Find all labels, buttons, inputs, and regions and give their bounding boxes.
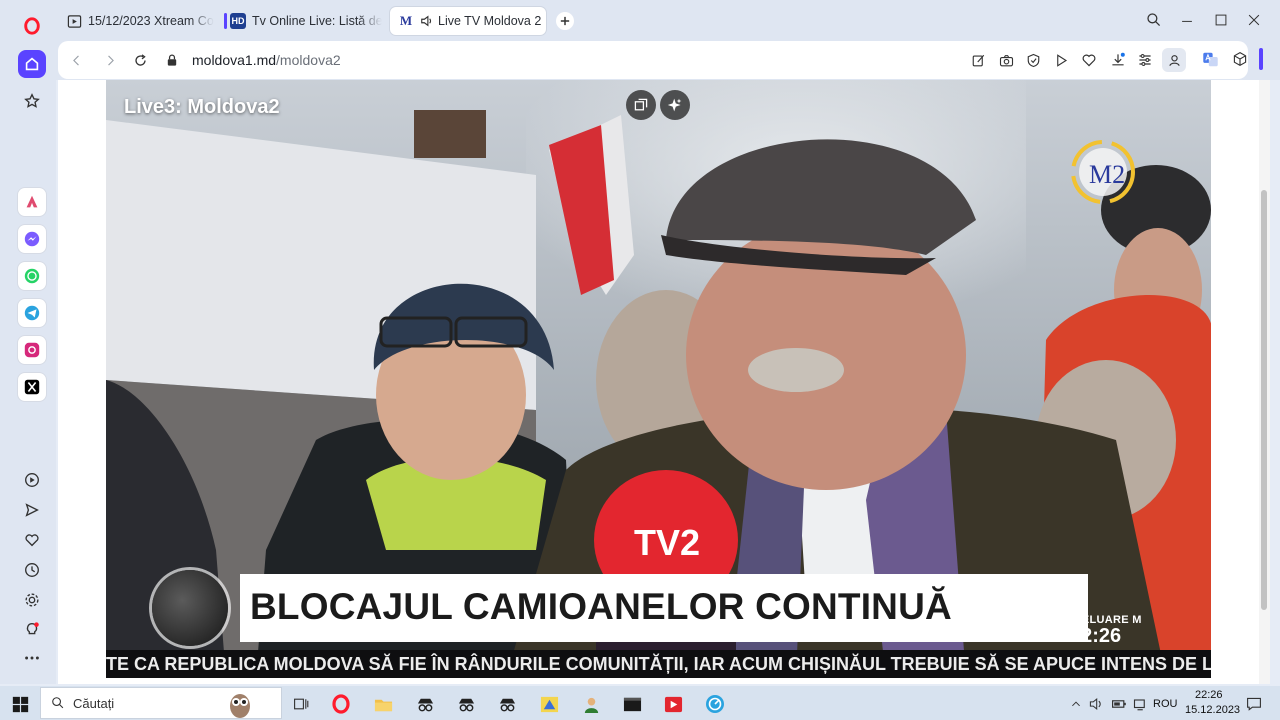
- profile-icon[interactable]: [1162, 48, 1186, 72]
- history-icon[interactable]: [18, 556, 46, 584]
- channel-logo: M2: [1089, 160, 1125, 189]
- opera-sidebar: [0, 0, 56, 684]
- web-page: TV2 M2 Live3: Moldova2 BLOCAJUL CAMIOANE…: [58, 80, 1270, 684]
- home-icon[interactable]: [18, 50, 46, 78]
- incognito-app-icon-1[interactable]: [414, 693, 436, 715]
- news-ticker: TE CA REPUBLICA MOLDOVA SĂ FIE ÎN RÂNDUR…: [106, 654, 1211, 674]
- speaker-icon[interactable]: [420, 14, 434, 28]
- page-scrollbar[interactable]: [1259, 80, 1270, 684]
- channel-label: Live3: Moldova2: [124, 96, 280, 118]
- ai-sparkle-icon[interactable]: [660, 90, 690, 120]
- maximize-icon[interactable]: [1211, 10, 1231, 30]
- terminal-icon[interactable]: [621, 693, 643, 715]
- back-icon[interactable]: [66, 50, 86, 70]
- hd-icon: HD: [230, 13, 246, 29]
- m-logo-icon: M: [399, 13, 413, 28]
- news-headline: BLOCAJUL CAMIOANELOR CONTINUĂ: [250, 586, 952, 627]
- tab-title: Live TV Moldova 2: [438, 14, 542, 28]
- incognito-app-icon-3[interactable]: [496, 693, 518, 715]
- lock-icon[interactable]: [162, 50, 182, 70]
- task-view-icon[interactable]: [290, 693, 312, 715]
- opera-logo-icon[interactable]: [18, 12, 46, 40]
- url-path: /moldova2: [276, 52, 341, 68]
- scrollbar-thumb[interactable]: [1261, 190, 1267, 610]
- show-hidden-icons-icon[interactable]: [1068, 693, 1084, 715]
- tab-indicator: [224, 13, 227, 29]
- shield-icon[interactable]: [1023, 50, 1043, 70]
- close-icon[interactable]: [1244, 10, 1264, 30]
- extensions-cube-icon[interactable]: [1230, 49, 1250, 69]
- heart-icon[interactable]: [18, 526, 46, 554]
- network-icon[interactable]: [1131, 693, 1149, 715]
- incognito-app-icon-2[interactable]: [455, 693, 477, 715]
- language-indicator[interactable]: ROU: [1153, 698, 1177, 710]
- media-player-icon[interactable]: [662, 693, 684, 715]
- battery-icon[interactable]: [1110, 693, 1128, 715]
- translate-icon[interactable]: [1200, 49, 1220, 69]
- windows-start-icon[interactable]: [9, 693, 31, 715]
- news-globe-icon: [152, 570, 228, 646]
- download-icon[interactable]: [1108, 50, 1128, 70]
- paint-app-icon[interactable]: [538, 693, 560, 715]
- character-app-icon[interactable]: [580, 693, 602, 715]
- clock-date[interactable]: 15.12.2023: [1185, 704, 1240, 716]
- url-host: moldova1.md: [192, 52, 277, 68]
- instagram-icon[interactable]: [18, 336, 46, 364]
- news-ticker-bar: TE CA REPUBLICA MOLDOVA SĂ FIE ÎN RÂNDUR…: [106, 650, 1211, 678]
- tab-search-icon[interactable]: [1144, 10, 1164, 30]
- mic-logo-text: TV2: [634, 522, 700, 563]
- file-explorer-icon[interactable]: [372, 693, 394, 715]
- reload-icon[interactable]: [130, 50, 150, 70]
- speedometer-app-icon[interactable]: [704, 693, 726, 715]
- tab-tv-online[interactable]: HD Tv Online Live: Listă de: [222, 7, 382, 35]
- x-twitter-icon[interactable]: [18, 373, 46, 401]
- messenger-icon[interactable]: [18, 225, 46, 253]
- bookmarks-icon[interactable]: [18, 87, 46, 115]
- camera-snapshot-icon[interactable]: [996, 50, 1016, 70]
- search-icon: [52, 697, 64, 709]
- opera-taskbar-icon[interactable]: [330, 693, 352, 715]
- sidebar-accent: [1259, 48, 1263, 70]
- player-play-icon[interactable]: [1051, 50, 1071, 70]
- send-flow-icon[interactable]: [18, 496, 46, 524]
- edit-share-icon[interactable]: [968, 50, 988, 70]
- tips-lightbulb-icon[interactable]: [18, 616, 46, 644]
- address-toolbar: moldova1.md/moldova2: [56, 40, 1280, 80]
- clock-time[interactable]: 22:26: [1195, 689, 1223, 701]
- favorite-heart-icon[interactable]: [1079, 50, 1099, 70]
- notifications-icon[interactable]: [1243, 693, 1265, 715]
- easy-setup-icon[interactable]: [1135, 50, 1155, 70]
- tab-live-tv-moldova2[interactable]: M Live TV Moldova 2: [390, 7, 546, 35]
- lower-third: BLOCAJUL CAMIOANELOR CONTINUĂ: [240, 574, 1088, 642]
- broadcast-clock: 22:26: [1070, 625, 1122, 647]
- url-text[interactable]: moldova1.md/moldova2: [192, 52, 341, 68]
- more-dots-icon[interactable]: [18, 644, 46, 672]
- windows-taskbar: Căutați ROU 22:26 15.12.2023: [0, 686, 1280, 720]
- settings-gear-icon[interactable]: [18, 586, 46, 614]
- tab-xtream[interactable]: 15/12/2023 Xtream Cod: [58, 7, 214, 35]
- new-tab-plus-icon[interactable]: [556, 12, 574, 30]
- search-placeholder: Căutați: [73, 695, 115, 711]
- whatsapp-icon[interactable]: [18, 262, 46, 290]
- forward-icon[interactable]: [100, 50, 120, 70]
- video-file-icon: [66, 13, 82, 29]
- aria-icon[interactable]: [18, 188, 46, 216]
- player-icon[interactable]: [18, 466, 46, 494]
- video-player[interactable]: TV2 M2 Live3: Moldova2 BLOCAJUL CAMIOANE…: [106, 80, 1211, 678]
- address-field[interactable]: moldova1.md/moldova2: [58, 41, 1248, 79]
- owl-illustration-icon: [226, 687, 254, 719]
- volume-icon[interactable]: [1088, 693, 1104, 715]
- pop-out-video-icon[interactable]: [626, 90, 656, 120]
- tab-strip: 15/12/2023 Xtream Cod HD Tv Online Live:…: [56, 0, 1280, 40]
- minimize-icon[interactable]: [1177, 10, 1197, 30]
- telegram-icon[interactable]: [18, 299, 46, 327]
